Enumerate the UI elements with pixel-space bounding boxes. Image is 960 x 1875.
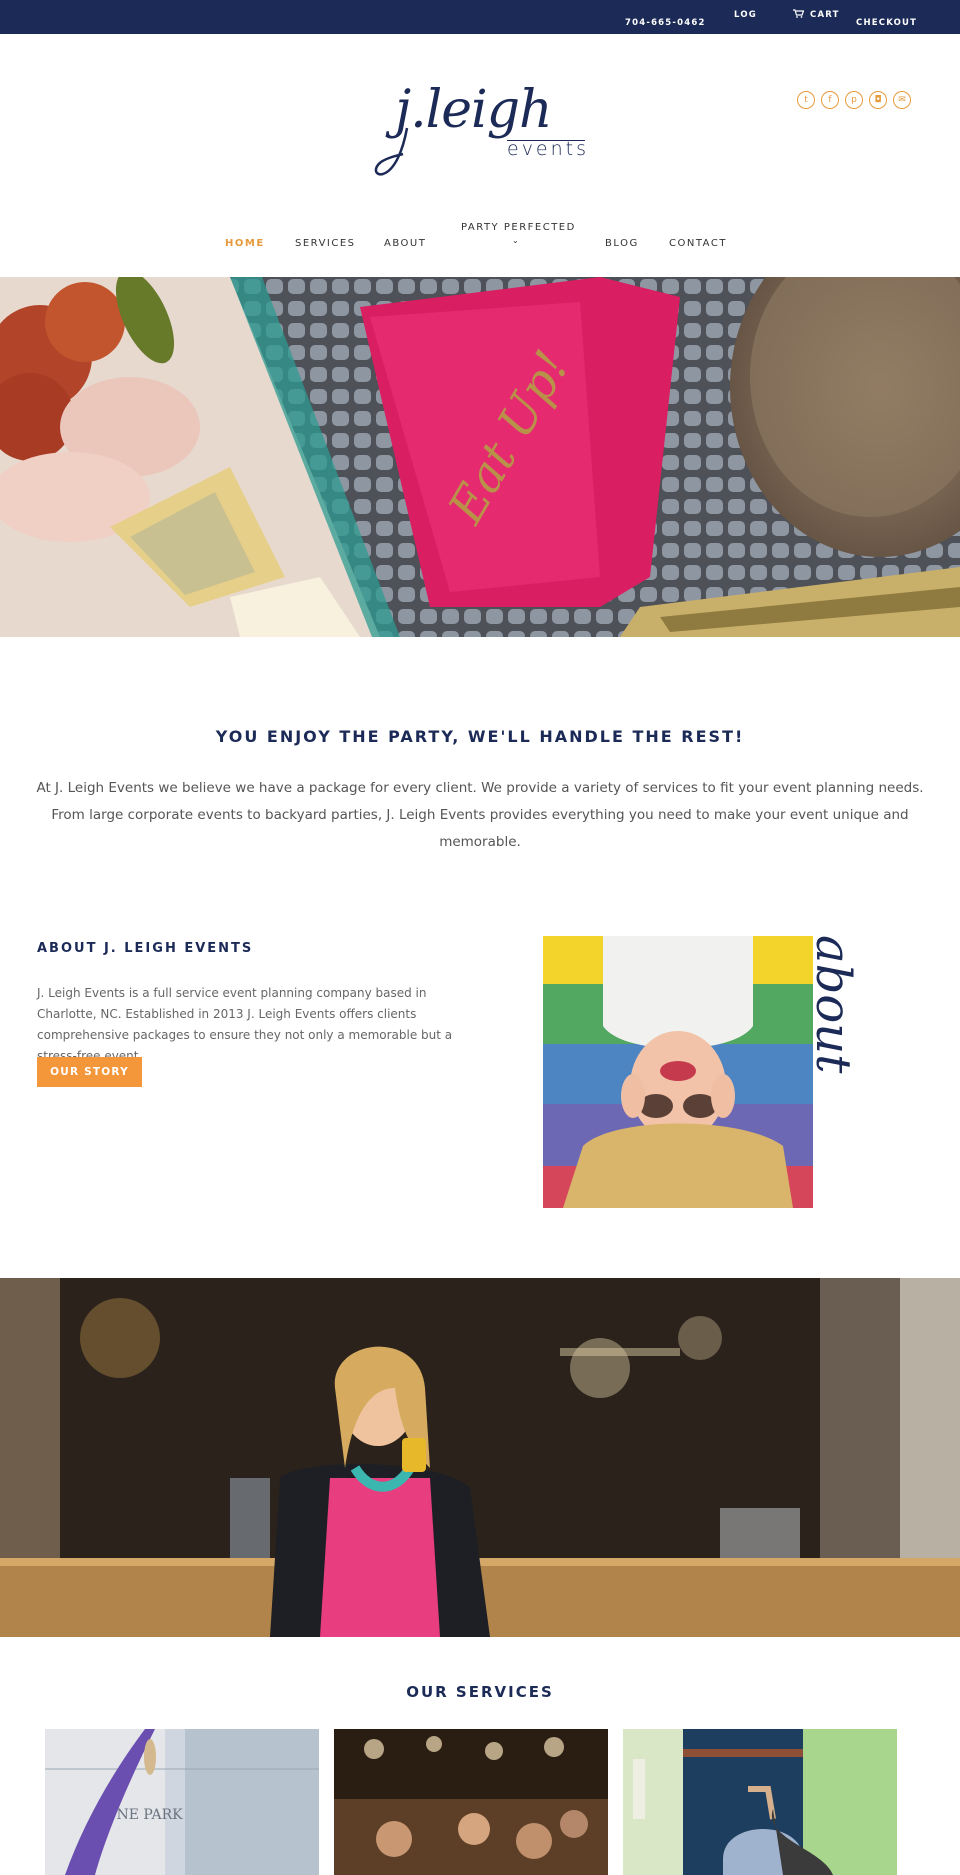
service-card[interactable]: ONE PARK xyxy=(45,1729,319,1875)
cart-icon[interactable] xyxy=(793,9,804,18)
facebook-icon[interactable]: f xyxy=(821,91,839,109)
service-card[interactable] xyxy=(623,1729,897,1875)
checkout-link[interactable]: CHECKOUT xyxy=(856,18,917,28)
svg-text:about: about xyxy=(805,935,861,1074)
pinterest-icon[interactable]: p xyxy=(845,91,863,109)
instagram-icon[interactable]: ◘ xyxy=(869,91,887,109)
hero-image: Eat Up! xyxy=(0,277,960,637)
logo-wordmark: j.leigh xyxy=(395,80,552,140)
hero-slider[interactable]: Eat Up! xyxy=(0,277,960,637)
nav-blog[interactable]: BLOG xyxy=(605,238,639,249)
nav-about[interactable]: ABOUT xyxy=(384,238,426,249)
services-heading: OUR SERVICES xyxy=(406,1683,554,1701)
about-text: J. Leigh Events is a full service event … xyxy=(37,986,453,1063)
top-bar: 704-665-0462 LOG CART CHECKOUT xyxy=(0,0,960,34)
intro-heading: YOU ENJOY THE PARTY, WE'LL HANDLE THE RE… xyxy=(215,727,745,746)
log-link[interactable]: LOG xyxy=(734,10,757,20)
chevron-down-icon[interactable]: ⌄ xyxy=(512,236,519,245)
phone-number[interactable]: 704-665-0462 xyxy=(625,18,706,28)
nav-contact[interactable]: CONTACT xyxy=(669,238,727,249)
our-story-button[interactable]: OUR STORY xyxy=(37,1057,142,1087)
portrait-banner xyxy=(0,1278,960,1637)
nav-services[interactable]: SERVICES xyxy=(295,238,356,249)
social-icons: t f p ◘ ✉ xyxy=(797,91,911,109)
email-icon[interactable]: ✉ xyxy=(893,91,911,109)
twitter-icon[interactable]: t xyxy=(797,91,815,109)
logo-subtitle: events xyxy=(507,138,590,160)
service-card[interactable] xyxy=(334,1729,608,1875)
nav-home[interactable]: HOME xyxy=(225,238,265,249)
cart-link[interactable]: CART xyxy=(810,10,840,20)
intro-text: At J. Leigh Events we believe we have a … xyxy=(36,780,924,850)
nav-party-perfected[interactable]: PARTY PERFECTED xyxy=(461,222,576,233)
about-script-word: about xyxy=(805,935,861,1074)
site-logo[interactable]: j.leigh events xyxy=(365,80,600,180)
about-photo xyxy=(543,936,813,1208)
about-heading: ABOUT J. LEIGH EVENTS xyxy=(37,941,254,956)
